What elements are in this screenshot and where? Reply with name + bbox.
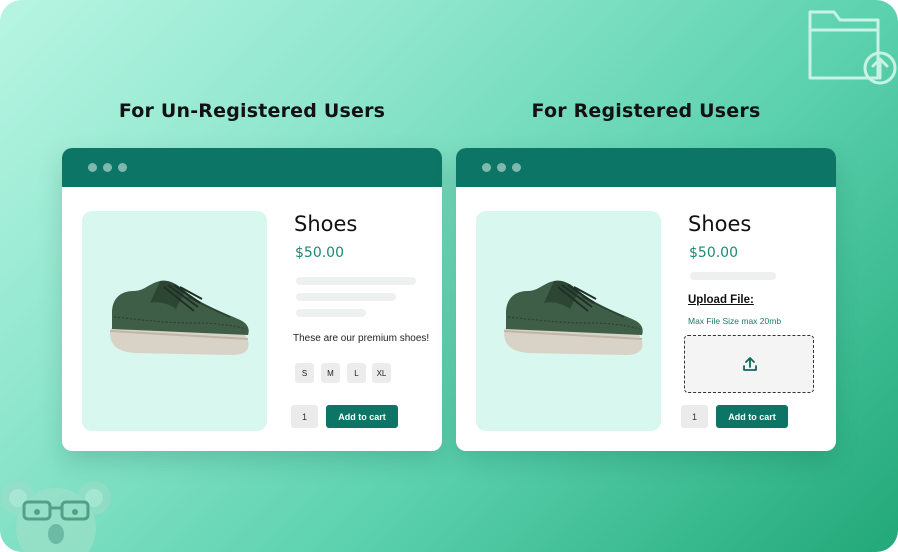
upload-icon: [743, 357, 757, 371]
koala-mascot-icon: [1, 481, 111, 552]
window-dot: [497, 163, 506, 172]
unregistered-product-window: Shoes $50.00 These are our premium shoes…: [62, 148, 442, 451]
quantity-field[interactable]: 1: [291, 405, 318, 428]
sneaker-image: [503, 280, 643, 355]
window-dot: [103, 163, 112, 172]
placeholder-line: [296, 309, 366, 317]
sneaker-image: [109, 280, 249, 355]
registered-product-window: Shoes $50.00 Upload File: Max File Size …: [456, 148, 836, 451]
folder-upload-icon: [808, 10, 897, 85]
product-image-panel: [476, 211, 661, 431]
quantity-field[interactable]: 1: [681, 405, 708, 428]
size-option-m[interactable]: M: [321, 363, 340, 383]
window-dot: [482, 163, 491, 172]
upload-size-hint: Max File Size max 20mb: [688, 316, 782, 326]
add-to-cart-button[interactable]: Add to cart: [326, 405, 398, 428]
window-dot: [512, 163, 521, 172]
product-title: Shoes: [294, 212, 358, 236]
window-dot: [88, 163, 97, 172]
product-image-panel: [82, 211, 267, 431]
background-canvas: For Un-Registered Users For Registered U…: [0, 0, 898, 552]
upload-file-label: Upload File:: [688, 294, 754, 306]
product-title: Shoes: [688, 212, 752, 236]
registered-heading: For Registered Users: [531, 100, 761, 122]
size-option-xl[interactable]: XL: [372, 363, 391, 383]
unregistered-heading: For Un-Registered Users: [118, 100, 386, 122]
window-titlebar: [456, 148, 836, 187]
placeholder-line: [296, 293, 396, 301]
placeholder-line: [296, 277, 416, 285]
window-dot: [118, 163, 127, 172]
product-description: These are our premium shoes!: [293, 333, 430, 344]
product-price: $50.00: [295, 245, 344, 261]
window-titlebar: [62, 148, 442, 187]
add-to-cart-button[interactable]: Add to cart: [716, 405, 788, 428]
size-option-s[interactable]: S: [295, 363, 314, 383]
product-price: $50.00: [689, 245, 738, 261]
placeholder-line: [690, 272, 776, 280]
size-option-l[interactable]: L: [347, 363, 366, 383]
file-upload-dropzone[interactable]: [684, 335, 814, 393]
